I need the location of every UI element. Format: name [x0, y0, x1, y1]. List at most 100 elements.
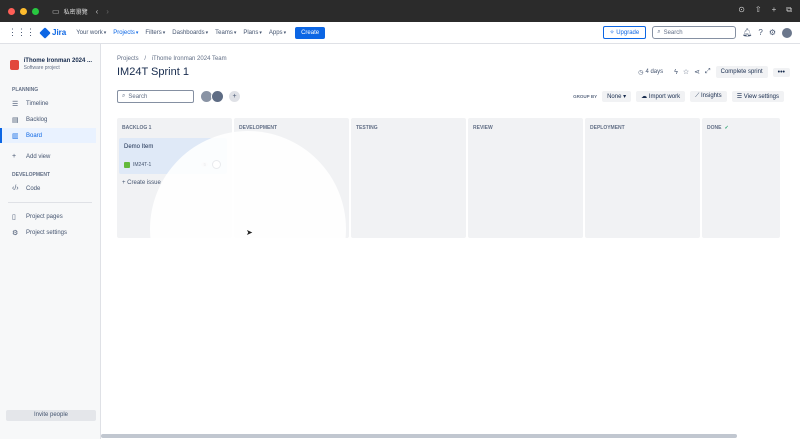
plus-icon: + [12, 153, 17, 160]
sidebar-item-code[interactable]: ‹/› Code [0, 181, 96, 196]
assignee-avatar[interactable] [211, 90, 224, 103]
project-name: iThome Ironman 2024 ... [23, 58, 92, 64]
clock-icon: ◷ [638, 69, 644, 76]
jira-logo[interactable]: Jira [39, 26, 66, 39]
chart-icon: ⟋ [695, 93, 700, 99]
board-icon: ▥ [12, 132, 19, 140]
backlog-icon: ▤ [12, 116, 19, 124]
horizontal-scrollbar[interactable] [101, 434, 737, 438]
issue-key[interactable]: IM24T-1 [133, 162, 151, 168]
breadcrumb: Projects / iThome Ironman 2024 Team [117, 56, 227, 62]
project-sidebar: iThome Ironman 2024 ... Software project… [0, 44, 101, 439]
card-footer: IM24T-1 [124, 162, 151, 168]
search-icon: ⌕ [122, 93, 126, 99]
timeline-icon: ☰ [12, 100, 19, 108]
more-actions-button[interactable]: ••• [772, 67, 790, 77]
code-icon: ‹/› [12, 185, 19, 192]
column-header: TESTING [356, 125, 378, 131]
board-columns: BACKLOG 1 Demo Item IM24T-1 5 + Create i… [117, 118, 780, 238]
import-work-button[interactable]: ☁ Import work [636, 91, 686, 102]
minimize-window-button[interactable] [20, 7, 27, 15]
column-header: DONE ✓ [707, 125, 729, 131]
create-button[interactable]: Create [295, 26, 326, 39]
board-search-input[interactable]: ⌕ Search [117, 90, 194, 103]
download-icon[interactable]: ⊙ [738, 5, 745, 15]
column-header: REVIEW [473, 125, 493, 131]
share-icon[interactable]: ⋖ [694, 68, 700, 76]
nav-filters[interactable]: Filters▾ [145, 30, 165, 36]
development-section-label: DEVELOPMENT [12, 172, 51, 178]
settings-gear-icon[interactable]: ⚙ [769, 28, 776, 37]
global-search-input[interactable]: ⌕ Search [652, 26, 737, 39]
mouse-cursor-icon: ➤ [246, 228, 253, 237]
sprint-actions: ◷ 4 days ϟ ☆ ⋖ ⤢ Complete sprint ••• [638, 66, 790, 78]
nav-dashboards[interactable]: Dashboards▾ [172, 30, 208, 36]
settings-icon: ⚙ [12, 229, 19, 237]
column-testing[interactable]: TESTING [351, 118, 466, 238]
nav-teams[interactable]: Teams▾ [215, 30, 236, 36]
project-icon [10, 60, 19, 70]
app-switcher-icon[interactable]: ⋮⋮⋮ [8, 27, 35, 38]
sidebar-item-project-pages[interactable]: ▯ Project pages [0, 209, 96, 224]
sidebar-item-board[interactable]: ▥ Board [0, 128, 96, 143]
project-type: Software project [23, 65, 60, 71]
sidebar-divider [8, 202, 92, 203]
automation-bolt-icon[interactable]: ϟ [674, 69, 678, 76]
create-issue-button[interactable]: + Create issue [117, 174, 232, 192]
complete-sprint-button[interactable]: Complete sprint [715, 66, 768, 78]
assignee-icon[interactable] [212, 160, 221, 169]
column-review[interactable]: REVIEW [468, 118, 583, 238]
insights-button[interactable]: ⟋ Insights [690, 91, 727, 102]
notifications-icon[interactable]: 🔔︎ [742, 28, 752, 37]
sidebar-item-add-view[interactable]: + Add view [0, 149, 96, 164]
invite-people-button[interactable]: Invite people [6, 410, 96, 421]
add-people-icon[interactable]: + [228, 90, 241, 103]
board-main: Projects / iThome Ironman 2024 Team IM24… [101, 44, 800, 439]
breadcrumb-projects-link[interactable]: Projects [117, 56, 139, 62]
fullscreen-icon[interactable]: ⤢ [705, 68, 711, 76]
card-meta: 5 [201, 160, 221, 169]
board-toolbar: GROUP BY None ▾ ☁ Import work ⟋ Insights… [573, 91, 784, 102]
column-deployment[interactable]: DEPLOYMENT [585, 118, 700, 238]
check-icon: ✓ [724, 125, 729, 131]
column-backlog[interactable]: BACKLOG 1 Demo Item IM24T-1 5 + Create i… [117, 118, 232, 238]
breadcrumb-project-link[interactable]: iThome Ironman 2024 Team [152, 56, 227, 62]
search-icon: ⌕ [657, 29, 661, 35]
tab-overview-icon[interactable]: ⧉ [786, 5, 792, 15]
new-tab-icon[interactable]: + [772, 5, 777, 15]
forward-arrow-icon[interactable]: › [106, 7, 109, 16]
star-icon[interactable]: ☆ [683, 68, 689, 76]
project-header[interactable]: iThome Ironman 2024 ... Software project [0, 44, 100, 79]
zoom-window-button[interactable] [32, 7, 39, 15]
column-done[interactable]: DONE ✓ [702, 118, 780, 238]
sidebar-item-timeline[interactable]: ☰ Timeline [0, 96, 96, 111]
column-header: BACKLOG 1 [122, 125, 152, 131]
column-header: DEVELOPMENT [239, 125, 278, 131]
column-development[interactable]: DEVELOPMENT [234, 118, 349, 238]
sidebar-item-project-settings[interactable]: ⚙ Project settings [0, 225, 96, 240]
group-by-label: GROUP BY [573, 94, 598, 99]
nav-apps[interactable]: Apps▾ [269, 30, 286, 36]
nav-projects[interactable]: Projects▾ [113, 30, 138, 36]
jira-mark-icon [39, 26, 51, 39]
planning-section-label: PLANNING [12, 87, 39, 93]
sidebar-toggle-icon[interactable]: ▭ [52, 7, 60, 16]
cloud-upload-icon: ☁ [641, 94, 648, 100]
back-arrow-icon[interactable]: ‹ [96, 7, 99, 16]
view-settings-button[interactable]: ☰ View settings [731, 91, 784, 102]
upgrade-button[interactable]: ✧ Upgrade [602, 26, 647, 39]
user-avatar[interactable] [782, 27, 792, 38]
sliders-icon: ☰ [736, 94, 743, 100]
page-title: IM24T Sprint 1 [117, 66, 189, 78]
close-window-button[interactable] [8, 7, 15, 15]
share-icon[interactable]: ⇧ [755, 5, 762, 15]
window-title: 私密瀏覽 [63, 9, 88, 16]
help-icon[interactable]: ? [758, 28, 762, 37]
card-title: Demo Item [124, 144, 154, 150]
nav-your-work[interactable]: Your work▾ [76, 30, 106, 36]
group-by-select[interactable]: None ▾ [602, 91, 632, 102]
column-header: DEPLOYMENT [590, 125, 625, 131]
issue-card[interactable]: Demo Item IM24T-1 5 [119, 138, 227, 174]
nav-plans[interactable]: Plans▾ [243, 30, 262, 36]
sidebar-item-backlog[interactable]: ▤ Backlog [0, 112, 96, 127]
